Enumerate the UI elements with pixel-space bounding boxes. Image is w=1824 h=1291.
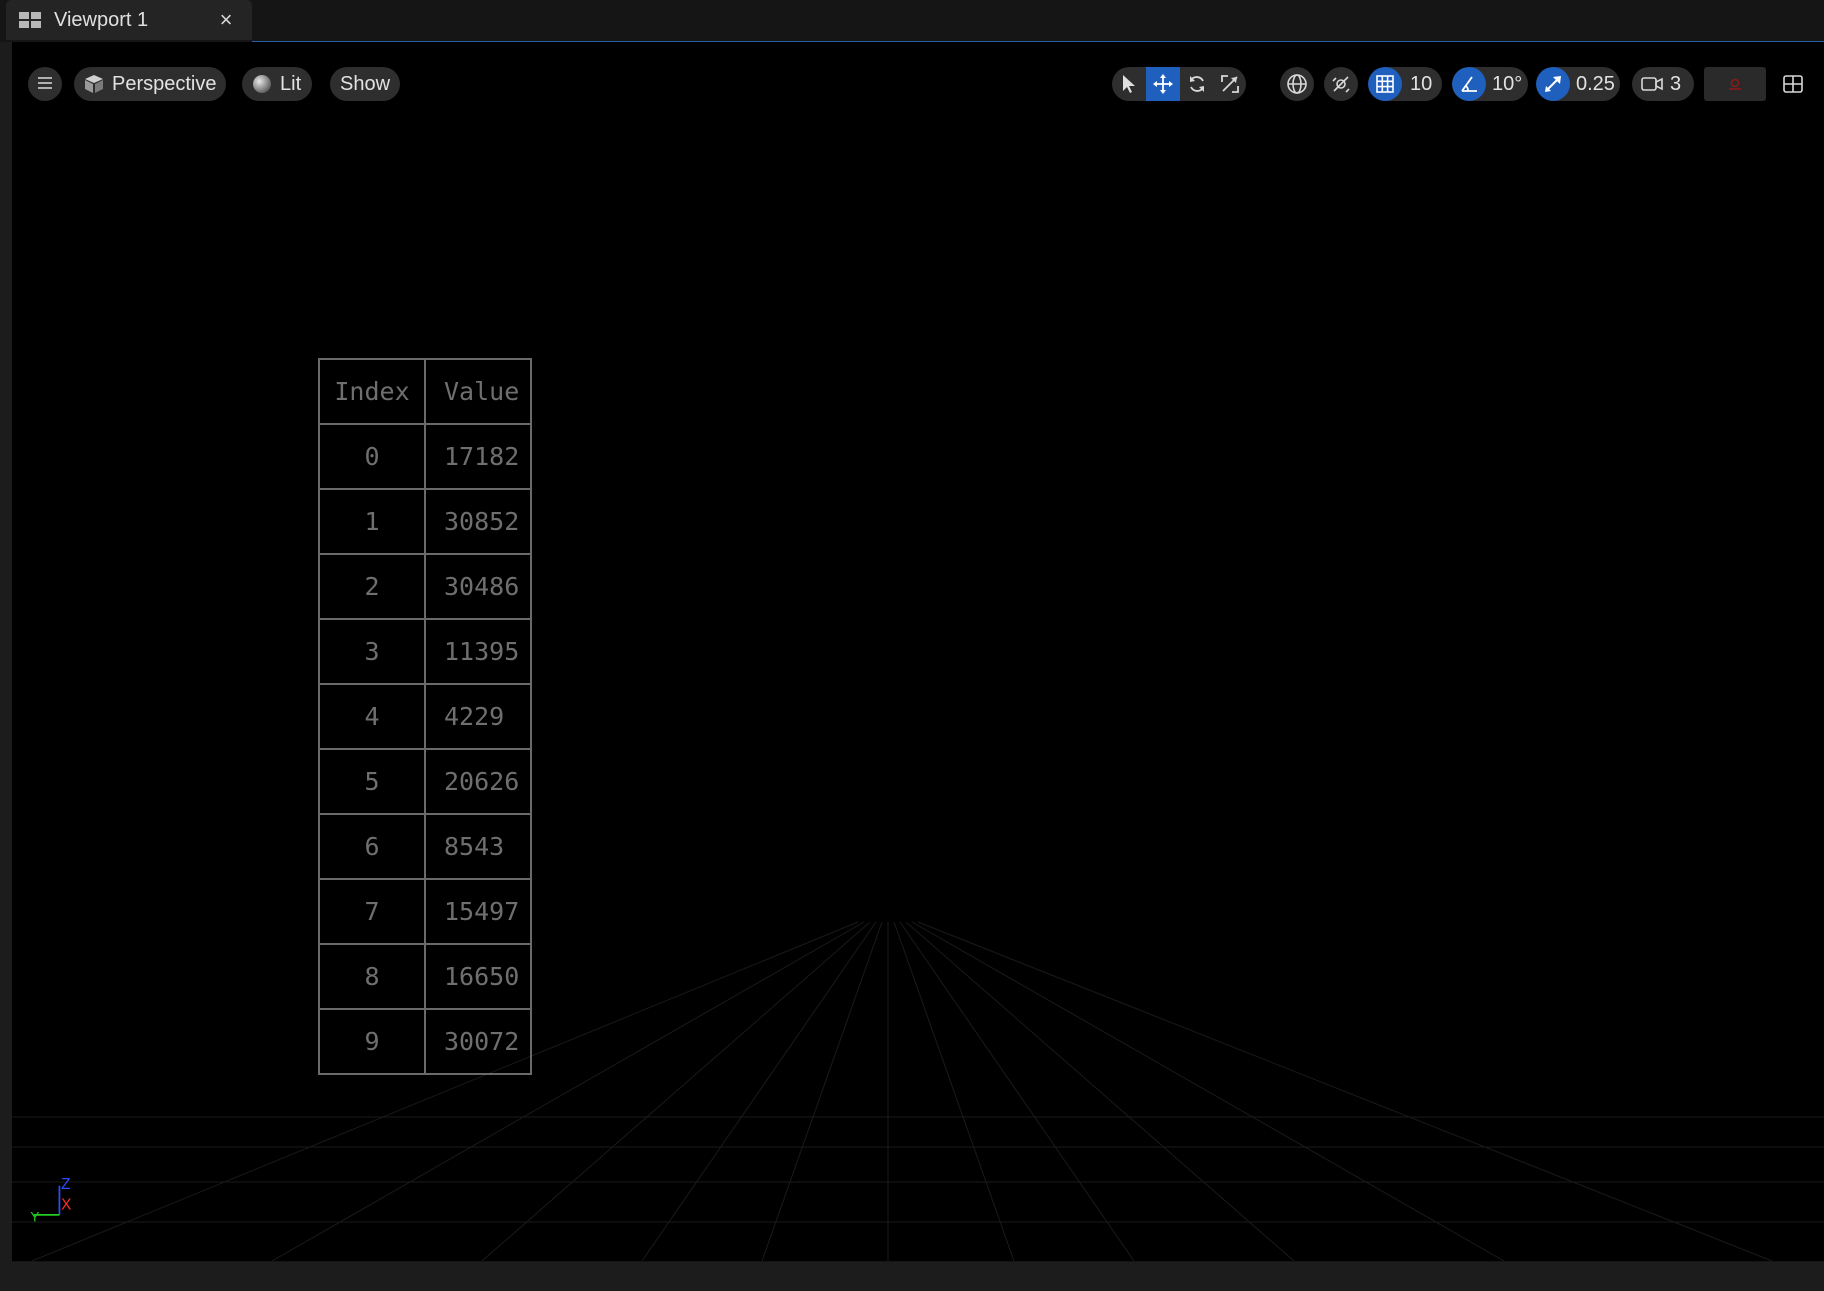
axis-gizmo: Z X Y bbox=[30, 1176, 71, 1225]
left-border bbox=[0, 42, 12, 1262]
scale-icon bbox=[1220, 74, 1240, 94]
cell-index: 9 bbox=[318, 1008, 426, 1075]
layout-grid-icon bbox=[1782, 74, 1804, 94]
scale-snap-value[interactable]: 0.25 bbox=[1576, 73, 1615, 96]
cell-index: 2 bbox=[318, 553, 426, 620]
cell-value: 15497 bbox=[424, 878, 532, 945]
select-tool-button[interactable] bbox=[1112, 67, 1146, 101]
grid-snap-value[interactable]: 10 bbox=[1410, 73, 1432, 96]
viewport-layout-button[interactable] bbox=[1776, 67, 1810, 101]
cell-index: 3 bbox=[318, 618, 426, 685]
preview-button[interactable] bbox=[1704, 67, 1766, 101]
exposure-icon bbox=[1727, 78, 1743, 90]
table-row: 6 8543 bbox=[318, 813, 532, 880]
viewport-layout-icon bbox=[18, 10, 42, 30]
cube-icon bbox=[84, 74, 104, 94]
table-header-row: Index Value bbox=[318, 358, 532, 425]
table-row: 8 16650 bbox=[318, 943, 532, 1010]
perspective-label: Perspective bbox=[112, 72, 217, 95]
tab-title: Viewport 1 bbox=[54, 8, 149, 31]
close-icon[interactable]: × bbox=[214, 7, 238, 32]
tab-bar: Viewport 1 × bbox=[0, 0, 1824, 42]
cell-index: 4 bbox=[318, 683, 426, 750]
grid-icon bbox=[1375, 74, 1395, 94]
globe-icon bbox=[1286, 73, 1308, 95]
cell-value: 4229 bbox=[424, 683, 532, 750]
camera-speed-button[interactable]: 3 bbox=[1632, 67, 1694, 101]
cell-value: 20626 bbox=[424, 748, 532, 815]
scale-snap-group: 0.25 bbox=[1536, 67, 1620, 101]
cell-value: 11395 bbox=[424, 618, 532, 685]
bottom-status-strip bbox=[0, 1262, 1824, 1291]
grid-snap-toggle[interactable] bbox=[1368, 67, 1402, 101]
transform-tools-group bbox=[1112, 67, 1246, 101]
floor-grid bbox=[12, 921, 1824, 1261]
table-row: 3 11395 bbox=[318, 618, 532, 685]
tab-viewport-1[interactable]: Viewport 1 × bbox=[6, 0, 252, 40]
cell-index: 5 bbox=[318, 748, 426, 815]
cell-value: 17182 bbox=[424, 423, 532, 490]
rotate-icon bbox=[1187, 74, 1207, 94]
perspective-button[interactable]: Perspective bbox=[74, 67, 226, 101]
move-arrows-icon bbox=[1153, 74, 1173, 94]
grid-snap-group: 10 bbox=[1368, 67, 1442, 101]
show-label: Show bbox=[339, 72, 391, 95]
rotation-snap-toggle[interactable] bbox=[1452, 67, 1486, 101]
rotation-snap-value[interactable]: 10° bbox=[1492, 73, 1522, 96]
rotation-snap-group: 10° bbox=[1452, 67, 1528, 101]
table-row: 2 30486 bbox=[318, 553, 532, 620]
hamburger-menu-icon bbox=[37, 73, 53, 96]
lit-button[interactable]: Lit bbox=[242, 67, 312, 101]
move-tool-button[interactable] bbox=[1146, 67, 1180, 101]
cell-value: 30072 bbox=[424, 1008, 532, 1075]
cell-index: 7 bbox=[318, 878, 426, 945]
cell-index: 0 bbox=[318, 423, 426, 490]
viewport[interactable]: Perspective Lit Show 10 10° 0.25 3 Index… bbox=[12, 42, 1824, 1261]
header-value: Value bbox=[424, 358, 532, 425]
cell-index: 8 bbox=[318, 943, 426, 1010]
index-value-table: Index Value 0 17182 1 30852 2 30486 3 11395 … bbox=[318, 358, 532, 1075]
video-camera-icon bbox=[1640, 75, 1664, 93]
table-row: 5 20626 bbox=[318, 748, 532, 815]
table-row: 9 30072 bbox=[318, 1008, 532, 1075]
viewport-options-button[interactable] bbox=[28, 67, 62, 101]
cell-value: 30852 bbox=[424, 488, 532, 555]
show-button[interactable]: Show bbox=[330, 67, 400, 101]
axis-z-label: Z bbox=[61, 1176, 70, 1193]
angle-icon bbox=[1459, 74, 1479, 94]
world-local-toggle[interactable] bbox=[1280, 67, 1314, 101]
cell-index: 6 bbox=[318, 813, 426, 880]
camera-speed-value: 3 bbox=[1670, 72, 1682, 95]
cell-value: 16650 bbox=[424, 943, 532, 1010]
cursor-icon bbox=[1121, 74, 1137, 94]
cell-value: 8543 bbox=[424, 813, 532, 880]
rotate-tool-button[interactable] bbox=[1180, 67, 1214, 101]
lit-label: Lit bbox=[280, 72, 302, 95]
header-index: Index bbox=[318, 358, 426, 425]
cell-value: 30486 bbox=[424, 553, 532, 620]
table-row: 4 4229 bbox=[318, 683, 532, 750]
scale-snap-toggle[interactable] bbox=[1536, 67, 1570, 101]
surface-snap-icon bbox=[1330, 73, 1352, 95]
close-symbol: × bbox=[219, 7, 233, 32]
surface-snapping-button[interactable] bbox=[1324, 67, 1358, 101]
table-row: 7 15497 bbox=[318, 878, 532, 945]
axis-x-label: X bbox=[61, 1197, 71, 1214]
data-table: Index Value 0 17182 1 30852 2 30486 3 11395 … bbox=[318, 358, 532, 1075]
table-row: 1 30852 bbox=[318, 488, 532, 555]
axis-y-label: Y bbox=[30, 1210, 39, 1225]
cell-index: 1 bbox=[318, 488, 426, 555]
scale-snap-icon bbox=[1543, 74, 1563, 94]
table-row: 0 17182 bbox=[318, 423, 532, 490]
sphere-icon bbox=[252, 74, 272, 94]
